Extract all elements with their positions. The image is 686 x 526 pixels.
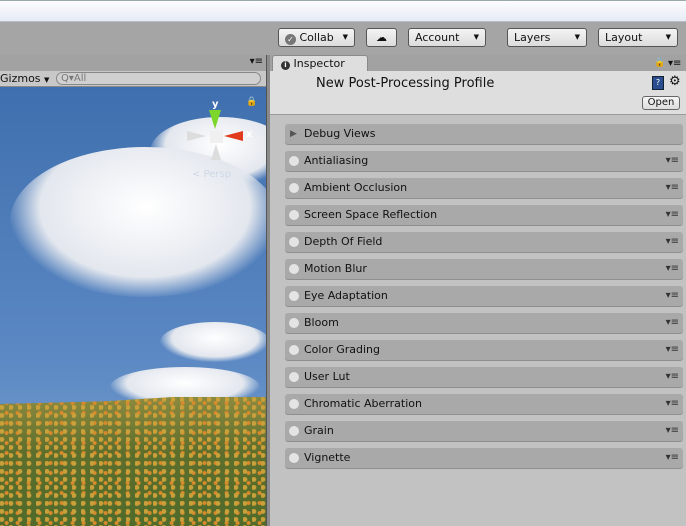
persp-label[interactable]: < Persp [192, 169, 231, 180]
debug-views-foldout[interactable]: ▶ Debug Views [285, 124, 683, 144]
effect-toggle[interactable] [289, 210, 299, 220]
dropdown-arrow-icon: ▼ [665, 33, 671, 41]
effect-menu-icon[interactable]: ▾≡ [666, 421, 679, 441]
effect-menu-icon[interactable]: ▾≡ [666, 151, 679, 171]
effect-toggle[interactable] [289, 345, 299, 355]
effect-label: Depth Of Field [304, 235, 383, 248]
cloud-icon: ☁ [376, 31, 387, 44]
search-icon: Q▾ [61, 73, 74, 84]
profile-title: New Post-Processing Profile [316, 76, 495, 91]
scene-toolbar: Gizmos ▼ Q▾All [0, 71, 266, 87]
effect-label: Eye Adaptation [304, 289, 388, 302]
effect-label: Color Grading [304, 343, 380, 356]
effect-toggle[interactable] [289, 399, 299, 409]
y-axis-cone [209, 110, 221, 129]
effect-menu-icon[interactable]: ▾≡ [666, 259, 679, 279]
effect-menu-icon[interactable]: ▾≡ [666, 286, 679, 306]
layout-dropdown[interactable]: Layout ▼ [598, 28, 678, 47]
effect-row[interactable]: Bloom ▾≡ [285, 313, 683, 333]
inspector-header: New Post-Processing Profile ? ⚙ Open [270, 71, 686, 115]
main-toolbar: ✓ Collab ▼ ☁ Account ▼ Layers ▼ Layout ▼ [0, 22, 686, 55]
effect-menu-icon[interactable]: ▾≡ [666, 448, 679, 468]
neg-y-cone [211, 144, 221, 160]
collab-button[interactable]: ✓ Collab ▼ [278, 28, 355, 47]
effect-row[interactable]: Antialiasing ▾≡ [285, 151, 683, 171]
effect-toggle[interactable] [289, 183, 299, 193]
scene-search-input[interactable]: Q▾All [56, 72, 261, 85]
effect-menu-icon[interactable]: ▾≡ [666, 313, 679, 333]
effect-menu-icon[interactable]: ▾≡ [666, 232, 679, 252]
effect-label: Screen Space Reflection [304, 208, 438, 221]
effect-label: Vignette [304, 451, 351, 464]
scene-view[interactable]: y x < Persp 🔒 [0, 87, 266, 526]
effect-row[interactable]: Eye Adaptation ▾≡ [285, 286, 683, 306]
effect-toggle[interactable] [289, 237, 299, 247]
effect-row[interactable]: Chromatic Aberration ▾≡ [285, 394, 683, 414]
effect-toggle[interactable] [289, 426, 299, 436]
lock-icon[interactable]: 🔒 [246, 97, 257, 107]
panel-menu-icon[interactable]: ▾≡ [250, 56, 263, 67]
gizmo-center-cube [210, 130, 223, 143]
foldout-arrow-icon[interactable]: ▶ [290, 124, 297, 144]
gizmos-dropdown[interactable]: Gizmos ▼ [0, 72, 49, 85]
effect-menu-icon[interactable]: ▾≡ [666, 367, 679, 387]
effect-toggle[interactable] [289, 264, 299, 274]
scene-gizmo[interactable]: y x < Persp [185, 99, 255, 180]
cloud-button[interactable]: ☁ [366, 28, 397, 47]
scene-tab-row: ▾≡ [0, 55, 266, 71]
effect-row[interactable]: User Lut ▾≡ [285, 367, 683, 387]
effect-label: Grain [304, 424, 334, 437]
effect-label: Antialiasing [304, 154, 369, 167]
neg-x-cone [187, 131, 206, 141]
account-button[interactable]: Account ▼ [408, 28, 486, 47]
effect-row[interactable]: Depth Of Field ▾≡ [285, 232, 683, 252]
effect-toggle[interactable] [289, 453, 299, 463]
panel-menu-icon[interactable]: ▾≡ [668, 58, 681, 69]
x-axis-cone [224, 131, 243, 141]
grass-field [0, 397, 266, 526]
effect-toggle[interactable] [289, 156, 299, 166]
dropdown-arrow-icon: ▼ [473, 33, 479, 41]
effect-toggle[interactable] [289, 372, 299, 382]
effect-menu-icon[interactable]: ▾≡ [666, 178, 679, 198]
open-button[interactable]: Open [642, 96, 680, 110]
info-icon: i [281, 61, 290, 70]
effect-label: Chromatic Aberration [304, 397, 422, 410]
effect-toggle[interactable] [289, 291, 299, 301]
effect-row[interactable]: Screen Space Reflection ▾≡ [285, 205, 683, 225]
effect-row[interactable]: Motion Blur ▾≡ [285, 259, 683, 279]
inspector-lock-icon[interactable]: 🔒 [654, 58, 665, 68]
check-icon: ✓ [285, 34, 296, 45]
dropdown-arrow-icon: ▼ [574, 33, 580, 41]
effect-row[interactable]: Color Grading ▾≡ [285, 340, 683, 360]
effect-row[interactable]: Vignette ▾≡ [285, 448, 683, 468]
effect-label: Motion Blur [304, 262, 367, 275]
effect-label: Bloom [304, 316, 339, 329]
effect-label: User Lut [304, 370, 350, 383]
effect-row[interactable]: Ambient Occlusion ▾≡ [285, 178, 683, 198]
window-title-bar [0, 0, 686, 22]
effect-menu-icon[interactable]: ▾≡ [666, 340, 679, 360]
effect-label: Debug Views [304, 127, 376, 140]
dropdown-arrow-icon: ▼ [342, 33, 348, 41]
inspector-body: ▶ Debug Views Antialiasing ▾≡ Ambient Occlus… [270, 115, 686, 526]
effect-row[interactable]: Grain ▾≡ [285, 421, 683, 441]
help-book-icon[interactable]: ? [652, 76, 664, 90]
effect-menu-icon[interactable]: ▾≡ [666, 205, 679, 225]
layers-dropdown[interactable]: Layers ▼ [507, 28, 587, 47]
gear-icon[interactable]: ⚙ [669, 74, 681, 89]
effect-menu-icon[interactable]: ▾≡ [666, 394, 679, 414]
effect-toggle[interactable] [289, 318, 299, 328]
effect-label: Ambient Occlusion [304, 181, 408, 194]
tab-inspector[interactable]: i Inspector [272, 55, 368, 71]
